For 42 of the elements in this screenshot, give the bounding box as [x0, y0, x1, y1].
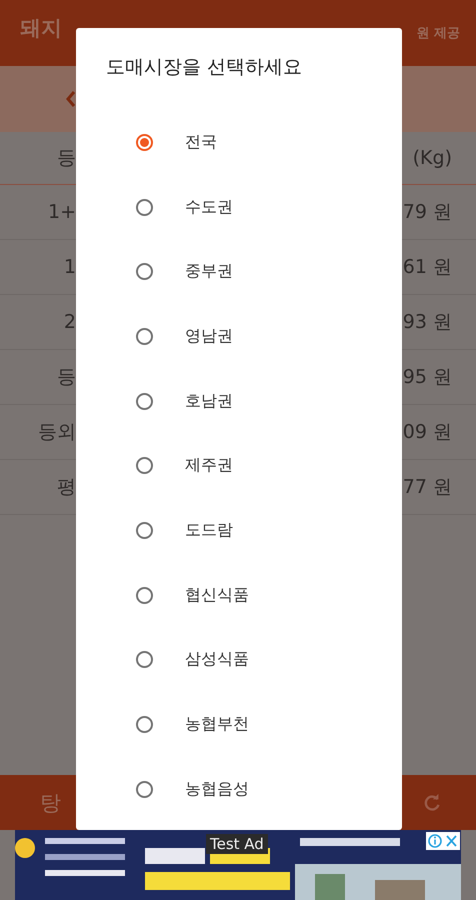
radio-button[interactable] — [136, 457, 153, 474]
radio-option[interactable]: 중부권 — [106, 239, 366, 304]
radio-option[interactable]: 영남권 — [106, 304, 366, 369]
radio-button[interactable] — [136, 134, 153, 151]
radio-option[interactable]: 수도권 — [106, 174, 366, 240]
table-cell-text: 95 원 — [402, 365, 452, 390]
radio-option[interactable]: 도드람 — [106, 498, 366, 563]
table-cell-text: 09 원 — [402, 420, 452, 445]
table-cell-text: 1+ — [46, 201, 76, 223]
column-header: (Kg) — [412, 147, 452, 169]
radio-option[interactable]: 농협음성 — [106, 756, 366, 822]
radio-option[interactable]: 호남권 — [106, 368, 366, 434]
table-cell-text: 77 원 — [402, 475, 452, 500]
credit-text: 원 제공 — [416, 25, 460, 42]
table-cell-text: 61 원 — [402, 255, 452, 280]
radio-option[interactable]: 삼성식품 — [106, 628, 366, 692]
test-ad-badge: Test Ad — [206, 834, 268, 854]
table-cell-text: 79 원 — [402, 200, 452, 225]
table-cell-text: 2 — [62, 311, 76, 333]
radio-option[interactable]: 전국 — [106, 110, 366, 175]
radio-button[interactable] — [136, 392, 153, 410]
radio-button[interactable] — [136, 522, 153, 539]
radio-option[interactable]: 협신식품 — [106, 562, 366, 628]
table-cell-text: 등외 — [37, 420, 76, 445]
radio-option[interactable]: 제주권 — [106, 433, 366, 498]
radio-button[interactable] — [136, 780, 153, 798]
radio-button[interactable] — [136, 586, 153, 604]
radio-button[interactable] — [136, 263, 153, 280]
table-cell-text: 평 — [56, 475, 76, 500]
table-cell-text: 1 — [62, 256, 76, 278]
radio-button[interactable] — [136, 716, 153, 734]
bottom-label: 탕 — [40, 790, 61, 816]
radio-button[interactable] — [136, 198, 153, 216]
dialog-title: 도매시장을 선택하세요 — [106, 55, 304, 80]
radio-button[interactable] — [136, 651, 153, 668]
radio-option[interactable]: 농협부천 — [106, 692, 366, 757]
ad-choices-icon[interactable] — [426, 832, 460, 850]
table-cell-text: 93 원 — [402, 310, 452, 335]
column-header: 등 — [56, 146, 76, 171]
radio-button[interactable] — [136, 328, 153, 345]
table-cell-text: 등 — [56, 365, 76, 390]
app-title: 돼지 — [20, 15, 62, 42]
